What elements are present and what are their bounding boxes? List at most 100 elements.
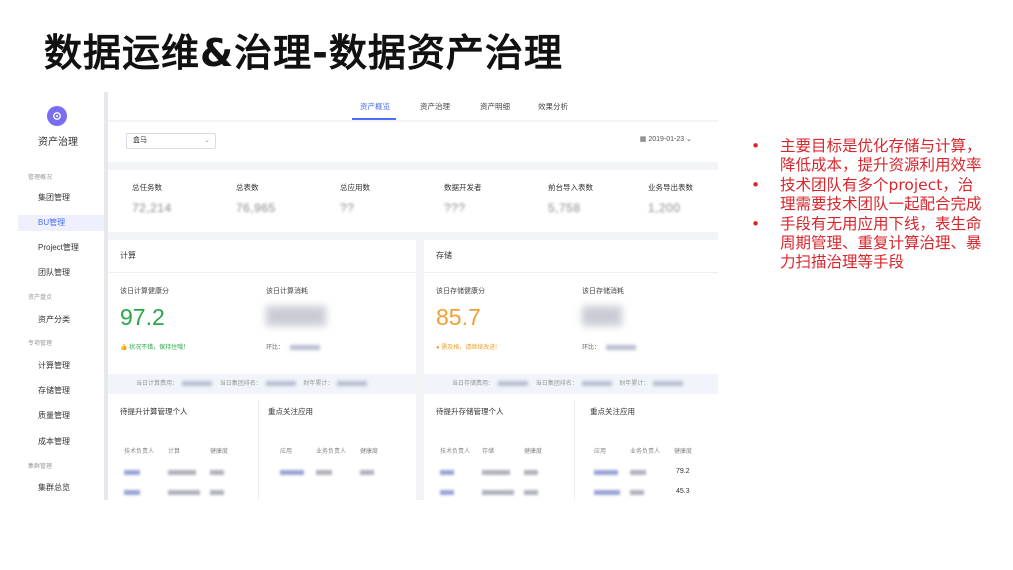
stat-value: ?? xyxy=(340,201,355,215)
date-value: 2019-01-23 xyxy=(648,136,685,143)
table-cell[interactable] xyxy=(594,470,618,475)
slide-title: 数据运维&治理-数据资产治理 xyxy=(44,31,563,75)
sidebar-item-bu-mgmt[interactable]: BU管理 xyxy=(18,215,104,231)
top-tabs: 资产概览 资产治理 资产明细 效果分析 xyxy=(108,92,718,120)
table-header: 业务负责人 xyxy=(630,449,661,455)
table-header: 业务负责人 xyxy=(316,449,347,455)
table-header: 健康度 xyxy=(210,449,229,455)
table-cell xyxy=(210,490,224,495)
bullet-text: 技术团队有多个project，治理需要技术团队一起配合完成 xyxy=(780,176,982,213)
app-health-score: 45.3 xyxy=(676,488,690,495)
cost-label: 当日存储费用： xyxy=(452,381,495,387)
date-picker[interactable]: ▦ 2019-01-23 ⌄ xyxy=(640,135,692,143)
stat-value: 1,200 xyxy=(648,201,681,215)
sidebar-item-storage-mgmt[interactable]: 存储管理 xyxy=(38,383,104,399)
sidebar-item-cluster-overview[interactable]: 集群总览 xyxy=(38,480,104,496)
huanbi-label: 环比： xyxy=(582,345,601,351)
stat-value: 76,965 xyxy=(236,201,276,215)
storage-footer: 当日存储费用： 当日集团排名： 财年累计： xyxy=(424,374,718,394)
stat-label: 前台导入表数 xyxy=(548,183,593,192)
tab-asset-detail[interactable]: 资产明细 xyxy=(480,101,510,112)
table-cell xyxy=(168,490,200,495)
bu-select[interactable]: 盒马 ⌄ xyxy=(126,133,216,149)
table-cell xyxy=(630,470,646,475)
table-header: 应用 xyxy=(594,449,607,455)
sidebar-item-quality-mgmt[interactable]: 质量管理 xyxy=(38,408,104,424)
sidebar-item-group-mgmt[interactable]: 集团管理 xyxy=(38,190,104,206)
compute-list1-title: 待提升计算管理个人 xyxy=(120,407,188,416)
compute-consume-value xyxy=(266,306,326,326)
table-cell[interactable] xyxy=(280,470,304,475)
sidebar-item-cost-mgmt[interactable]: 成本管理 xyxy=(38,434,104,450)
stat-total-apps: 总应用数 ?? xyxy=(340,182,430,215)
year-label: 财年累计： xyxy=(619,381,650,387)
cost-label: 当日计算费用： xyxy=(136,381,179,387)
bullet-item: • 技术团队有多个project，治理需要技术团队一起配合完成 xyxy=(751,176,982,213)
table-header: 技术负责人 xyxy=(124,449,155,455)
storage-panel: 存储 该日存储健康分 85.7 该日存储消耗 ● 需及格，请继续改进! 环比： … xyxy=(424,240,718,500)
sidebar-item-project-mgmt[interactable]: Project管理 xyxy=(38,240,104,256)
bullet-text: 主要目标是优化存储与计算，降低成本，提升资源利用效率 xyxy=(780,137,982,174)
stat-value: 72,214 xyxy=(132,201,172,215)
stat-import-tables: 前台导入表数 5,758 xyxy=(548,182,638,215)
stat-label: 总应用数 xyxy=(340,183,370,192)
rank-label: 当日集团排名： xyxy=(535,381,578,387)
warning-icon: ● xyxy=(436,345,440,351)
storage-health-label: 该日存储健康分 xyxy=(436,288,485,295)
compute-health-label: 该日计算健康分 xyxy=(120,288,169,295)
compute-health-score: 97.2 xyxy=(120,304,165,330)
table-header: 计算 xyxy=(168,449,181,455)
storage-huanbi: 环比： xyxy=(582,342,637,351)
table-cell xyxy=(482,490,514,495)
divider xyxy=(258,400,259,500)
table-header: 技术负责人 xyxy=(440,449,471,455)
table-header: 应用 xyxy=(280,449,293,455)
storage-consume-value xyxy=(582,306,622,326)
sidebar-group-label: 资产盘点 xyxy=(28,295,53,301)
storage-status-text: 需及格，请继续改进! xyxy=(441,345,497,351)
bullet-item: • 主要目标是优化存储与计算，降低成本，提升资源利用效率 xyxy=(751,137,982,174)
app-logo-icon xyxy=(47,106,67,126)
tab-asset-overview[interactable]: 资产概览 xyxy=(360,101,390,112)
table-cell xyxy=(168,470,196,475)
stat-value: ??? xyxy=(444,201,466,215)
table-header: 存储 xyxy=(482,449,495,455)
sidebar-group-label: 管理概况 xyxy=(28,175,53,181)
sidebar-item-compute-mgmt[interactable]: 计算管理 xyxy=(38,358,104,374)
stat-label: 数据开发者 xyxy=(444,183,482,192)
compute-list2-title: 重点关注应用 xyxy=(268,407,313,416)
bullet-item: • 手段有无用应用下线，表生命周期管理、重复计算治理、暴力扫描治理等手段 xyxy=(751,215,982,271)
stat-label: 业务导出表数 xyxy=(648,183,693,192)
panel-title: 存储 xyxy=(436,251,452,260)
storage-list1-title: 待提升存储管理个人 xyxy=(436,407,504,416)
app-health-score: 79.2 xyxy=(676,468,690,475)
table-cell xyxy=(316,470,332,475)
calendar-icon: ▦ xyxy=(639,136,647,143)
divider xyxy=(574,400,575,500)
sidebar-item-asset-category[interactable]: 资产分类 xyxy=(38,312,104,328)
huanbi-label: 环比： xyxy=(266,345,285,351)
table-header: 健康度 xyxy=(524,449,543,455)
tab-asset-governance[interactable]: 资产治理 xyxy=(420,101,450,112)
table-cell xyxy=(630,490,644,495)
storage-list2-title: 重点关注应用 xyxy=(590,407,635,416)
stat-developers: 数据开发者 ??? xyxy=(444,182,534,215)
table-cell[interactable] xyxy=(594,490,620,495)
tab-effect-analysis[interactable]: 效果分析 xyxy=(538,101,568,112)
table-cell xyxy=(482,470,510,475)
sidebar-item-team-mgmt[interactable]: 团队管理 xyxy=(38,265,104,281)
table-header: 健康度 xyxy=(360,449,379,455)
stats-row: 总任务数 72,214 总表数 76,965 总应用数 ?? 数据开发者 ???… xyxy=(108,170,718,232)
table-cell[interactable] xyxy=(124,490,140,495)
bullet-text: 手段有无用应用下线，表生命周期管理、重复计算治理、暴力扫描治理等手段 xyxy=(780,215,982,271)
table-cell[interactable] xyxy=(440,470,454,475)
table-cell xyxy=(360,470,374,475)
filter-bar: 盒马 ⌄ ▦ 2019-01-23 ⌄ xyxy=(108,122,718,162)
table-cell xyxy=(524,470,538,475)
table-cell[interactable] xyxy=(124,470,140,475)
rank-label: 当日集团排名： xyxy=(219,381,262,387)
compute-status: 👍 状况不错，保持住哦！ xyxy=(120,342,189,351)
table-cell[interactable] xyxy=(440,490,454,495)
bullet-list: • 主要目标是优化存储与计算，降低成本，提升资源利用效率 • 技术团队有多个proj… xyxy=(748,137,988,273)
compute-panel: 计算 该日计算健康分 97.2 该日计算消耗 👍 状况不错，保持住哦！ 环比： … xyxy=(108,240,416,500)
